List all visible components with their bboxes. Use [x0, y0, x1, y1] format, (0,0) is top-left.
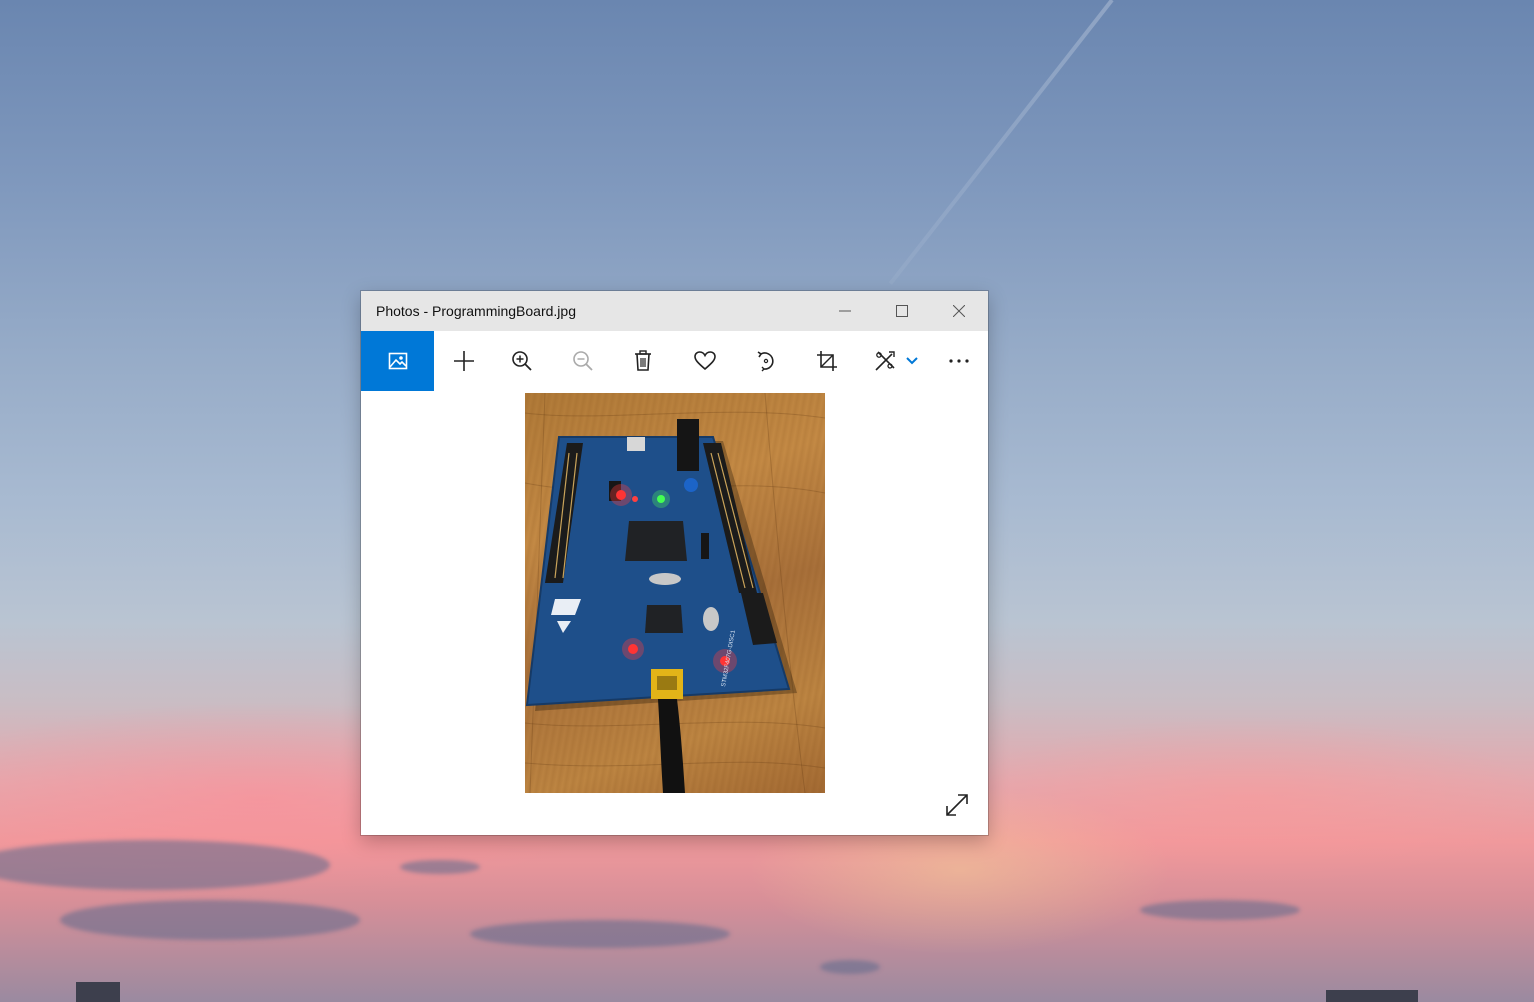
wallpaper-cloud	[820, 960, 880, 974]
photo-gallery-icon	[388, 352, 407, 370]
minimize-button[interactable]	[816, 291, 873, 331]
maximize-button[interactable]	[873, 291, 930, 331]
fullscreen-icon	[946, 794, 968, 816]
zoom-out-button[interactable]	[555, 331, 611, 391]
zoom-in-button[interactable]	[494, 331, 550, 391]
minimize-icon	[838, 310, 851, 312]
mcu-chip	[625, 521, 687, 561]
fullscreen-button[interactable]	[941, 789, 973, 821]
delete-button[interactable]	[615, 331, 671, 391]
wallpaper-cloud	[1140, 900, 1300, 920]
edit-create-icon	[875, 351, 895, 371]
crop-icon	[817, 351, 837, 371]
zoom-out-icon	[573, 351, 593, 371]
toolbar	[361, 331, 988, 391]
wallpaper-cloud	[0, 840, 330, 890]
plus-icon	[454, 351, 474, 371]
wallpaper-cloud	[60, 900, 360, 940]
zoom-in-icon	[512, 351, 532, 371]
maximize-icon	[895, 305, 908, 317]
gallery-button[interactable]	[361, 331, 434, 391]
image-viewer[interactable]: STM32F407G-DISC1	[361, 391, 988, 835]
favorite-button[interactable]	[677, 331, 733, 391]
heart-icon	[694, 351, 716, 371]
trash-icon	[635, 350, 651, 371]
wallpaper-building	[1326, 990, 1418, 1002]
photos-app-window: Photos - ProgrammingBoard.jpg STM32F407G…	[361, 291, 988, 835]
wallpaper-contrail	[888, 0, 1114, 285]
add-button[interactable]	[436, 331, 492, 391]
more-icon	[949, 359, 969, 363]
wallpaper-building	[76, 982, 120, 1002]
programming-board-photo: STM32F407G-DISC1	[525, 393, 825, 793]
chevron-down-icon	[906, 357, 918, 365]
close-icon	[953, 305, 965, 317]
displayed-photo[interactable]: STM32F407G-DISC1	[525, 393, 825, 793]
rotate-button[interactable]	[738, 331, 794, 391]
wallpaper-cloud	[470, 920, 730, 948]
wallpaper-cloud	[400, 860, 480, 874]
window-title: Photos - ProgrammingBoard.jpg	[376, 303, 576, 319]
crop-button[interactable]	[799, 331, 855, 391]
more-options-button[interactable]	[931, 331, 987, 391]
edit-create-button[interactable]	[861, 331, 931, 391]
title-bar[interactable]: Photos - ProgrammingBoard.jpg	[361, 291, 988, 331]
rotate-icon	[757, 351, 774, 372]
close-button[interactable]	[930, 291, 988, 331]
